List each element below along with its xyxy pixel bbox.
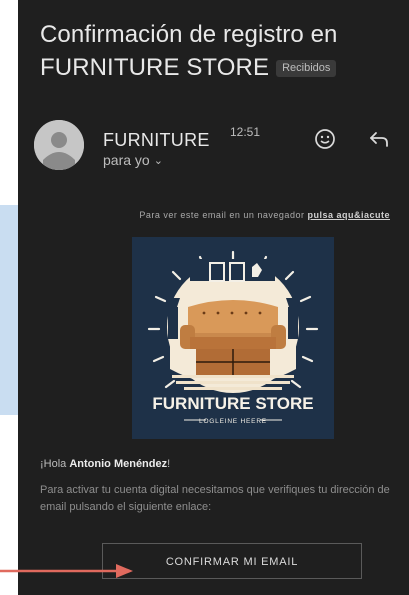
- browser-view-line: Para ver este email en un navegador puls…: [18, 210, 390, 220]
- browser-view-link[interactable]: pulsa aqu&iacute: [307, 210, 390, 220]
- instructions-text: Para activar tu cuenta digital necesitam…: [40, 484, 390, 513]
- screenshot-page: Confirmación de registro en FURNITURE ST…: [0, 0, 409, 595]
- greeting-prefix: ¡Hola: [40, 458, 70, 470]
- confirm-email-button[interactable]: CONFIRMAR MI EMAIL: [102, 543, 362, 579]
- sent-time: 12:51: [230, 125, 261, 139]
- reply-icon[interactable]: [368, 130, 390, 148]
- recipient-name: Antonio Menéndez: [69, 458, 168, 470]
- logo-tagline: LOGLEINE HEERE: [199, 418, 267, 425]
- annotation-arrow-icon: [0, 564, 133, 578]
- subject-line-2: FURNITURE STORE: [40, 54, 270, 81]
- recipient-details[interactable]: para yo ⌄: [103, 151, 163, 170]
- avatar-person-icon[interactable]: [34, 120, 84, 170]
- email-view: Confirmación de registro en FURNITURE ST…: [18, 0, 409, 595]
- inbox-label-badge[interactable]: Recibidos: [276, 60, 337, 77]
- recipient-label: para yo: [103, 152, 150, 168]
- greeting: ¡Hola Antonio Menéndez!: [40, 458, 170, 470]
- chevron-down-icon[interactable]: ⌄: [154, 152, 163, 170]
- greeting-suffix: !: [167, 458, 171, 470]
- browser-view-text: Para ver este email en un navegador: [139, 210, 305, 220]
- logo-brand-text: FURNITURE STORE: [152, 394, 313, 413]
- sender-name[interactable]: FURNITURE: [103, 129, 210, 151]
- side-panel: [0, 205, 18, 415]
- store-logo: FURNITURE STORE LOGLEINE HEERE: [132, 237, 334, 439]
- emoji-icon[interactable]: [314, 128, 336, 150]
- subject-line-1: Confirmación de registro en: [40, 21, 338, 48]
- email-subject: Confirmación de registro en FURNITURE ST…: [40, 18, 400, 84]
